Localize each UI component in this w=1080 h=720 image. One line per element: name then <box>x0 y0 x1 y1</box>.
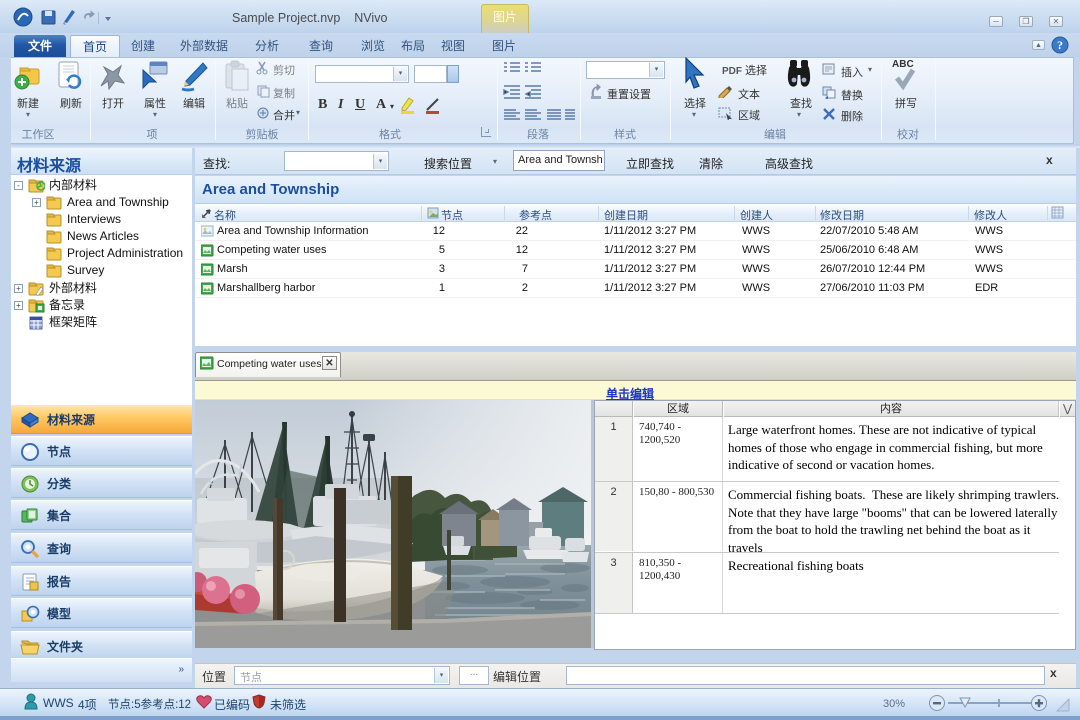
svg-text:?: ? <box>1057 38 1063 52</box>
svg-text:ABC: ABC <box>892 59 914 70</box>
